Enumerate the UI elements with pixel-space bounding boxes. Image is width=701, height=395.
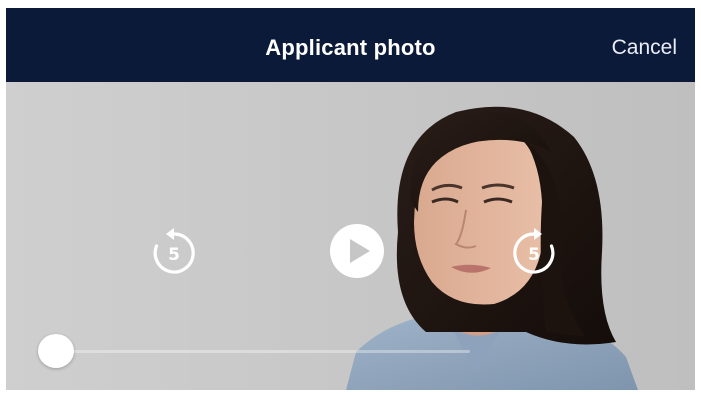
seek-bar[interactable]	[70, 350, 470, 353]
rewind-seconds-label: 5	[168, 245, 180, 265]
forward-5-button[interactable]: 5	[506, 226, 562, 278]
rewind-5-icon: 5	[153, 228, 195, 274]
app-frame: Applicant photo Cancel 5 5	[6, 8, 695, 390]
forward-5-icon: 5	[513, 228, 555, 274]
video-player[interactable]: 5 5	[6, 82, 695, 390]
rewind-5-button[interactable]: 5	[146, 226, 202, 278]
seek-thumb[interactable]	[38, 334, 74, 368]
play-icon	[330, 224, 384, 278]
navigation-bar: Applicant photo Cancel	[6, 8, 695, 82]
play-button[interactable]	[328, 222, 386, 280]
cancel-button[interactable]: Cancel	[612, 8, 677, 82]
page-title: Applicant photo	[265, 35, 436, 60]
forward-seconds-label: 5	[528, 245, 540, 265]
